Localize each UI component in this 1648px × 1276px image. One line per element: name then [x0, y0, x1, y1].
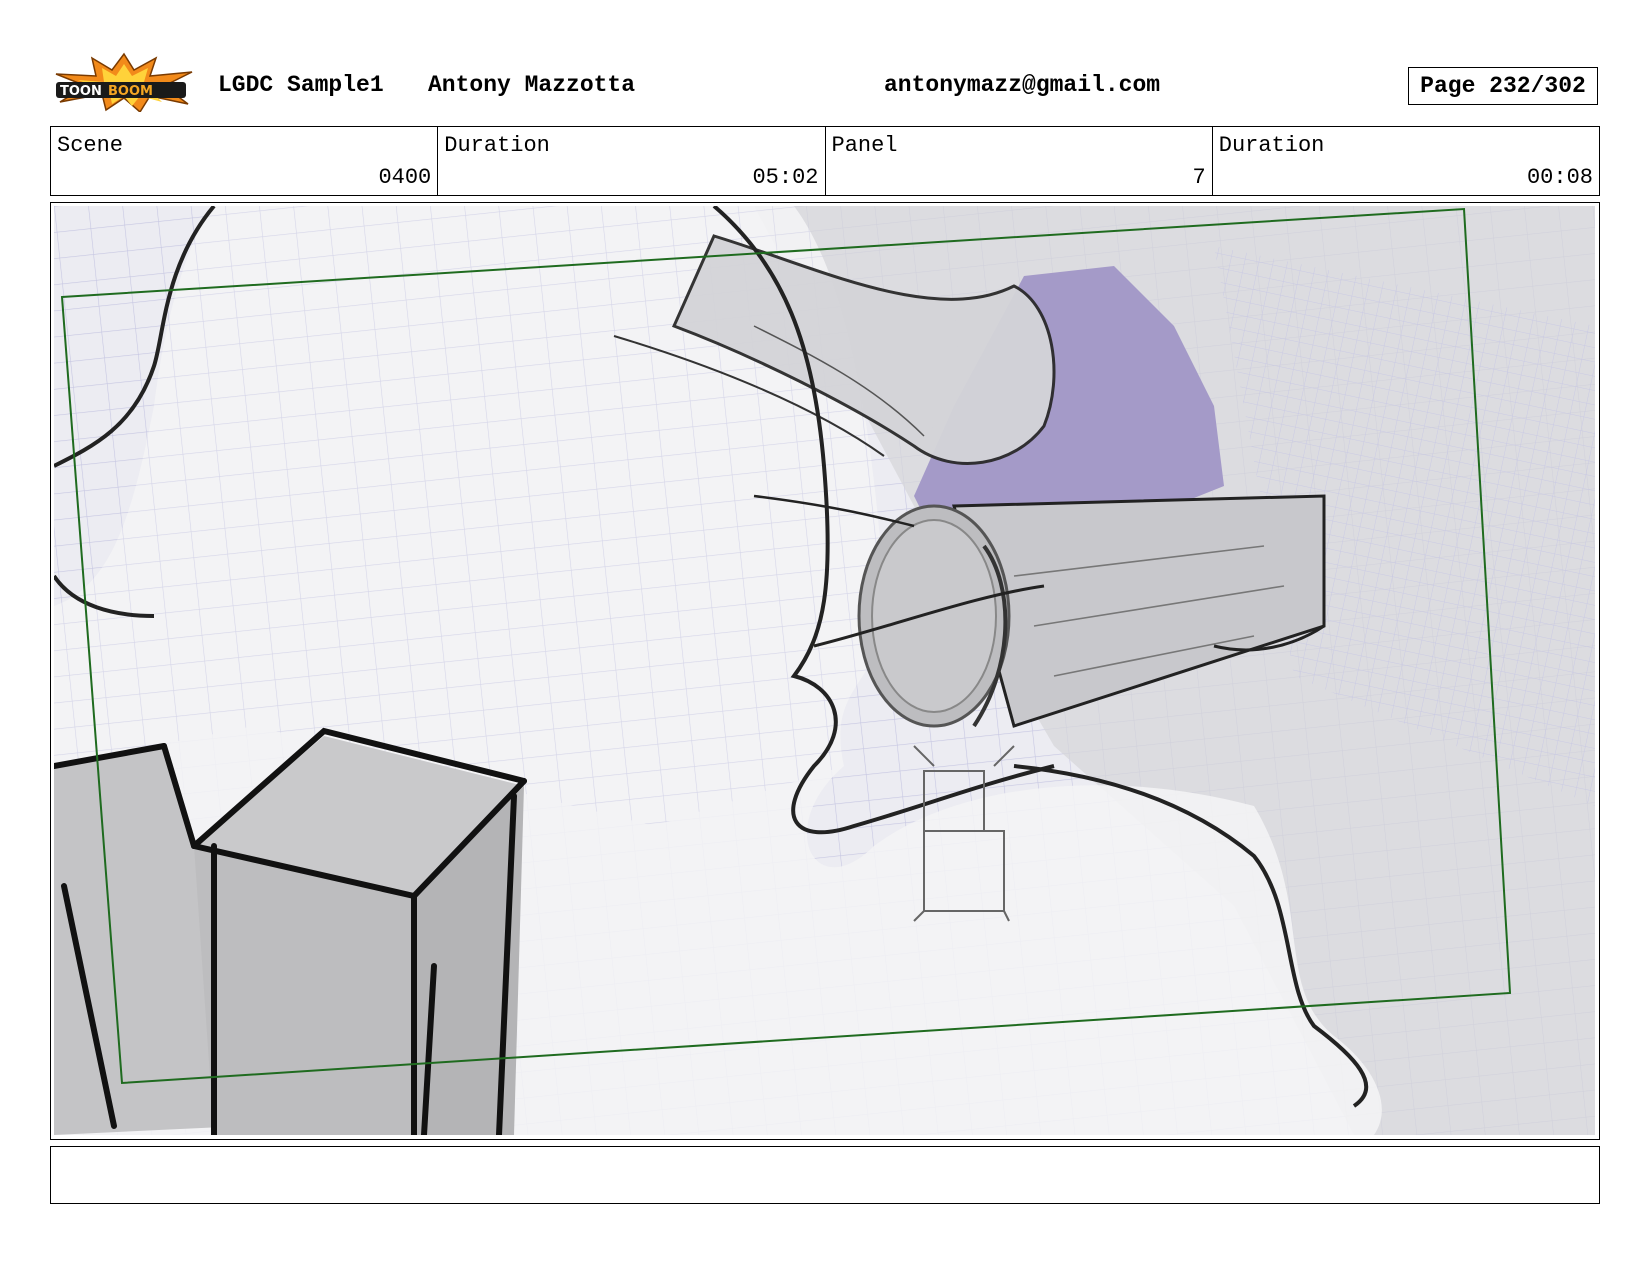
scene-label: Scene — [57, 133, 124, 158]
panel-drawing — [54, 206, 1595, 1135]
scene-duration-cell: Duration 05:02 — [438, 127, 826, 195]
panel-label: Panel — [831, 133, 898, 158]
panel-duration-value: 00:08 — [1526, 165, 1593, 190]
panel-duration-label: Duration — [1218, 133, 1325, 158]
page-number: Page 232/302 — [1408, 67, 1598, 105]
scene-duration-label: Duration — [444, 133, 550, 158]
panel-duration-cell: Duration 00:08 — [1213, 127, 1599, 195]
storyboard-panel — [50, 202, 1600, 1140]
scene-duration-value: 05:02 — [752, 165, 819, 190]
scene-value: 0400 — [378, 165, 432, 190]
scene-cell: Scene 0400 — [51, 127, 439, 195]
panel-cell: Panel 7 — [826, 127, 1213, 195]
panel-notes — [50, 1146, 1600, 1204]
svg-text:TOON: TOON — [60, 84, 102, 99]
panel-value: 7 — [1192, 165, 1206, 190]
toonboom-logo: TOON BOOM — [52, 52, 196, 114]
svg-text:BOOM: BOOM — [108, 84, 153, 99]
panel-info-table: Scene 0400 Duration 05:02 Panel 7 Durati… — [50, 126, 1600, 196]
project-title: LGDC Sample1 — [218, 72, 384, 98]
author-name: Antony Mazzotta — [428, 72, 636, 98]
author-email: antonymazz@gmail.com — [884, 72, 1161, 98]
